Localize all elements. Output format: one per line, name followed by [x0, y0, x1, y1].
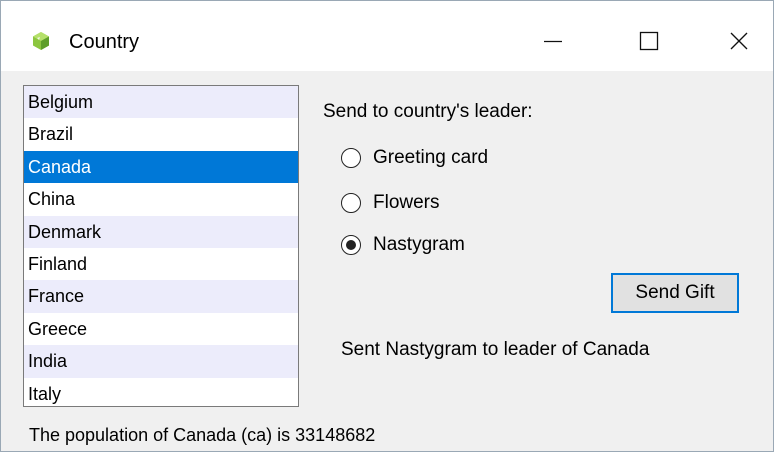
list-item-selected[interactable]: Canada — [24, 150, 298, 184]
list-item[interactable]: Greece — [24, 313, 298, 345]
minimize-icon — [544, 40, 562, 43]
send-gift-button[interactable]: Send Gift — [611, 273, 739, 313]
title-bar[interactable]: Country — [1, 1, 773, 71]
radio-unchecked-icon[interactable] — [341, 193, 361, 213]
list-item[interactable]: France — [24, 280, 298, 313]
maximize-button[interactable] — [619, 13, 679, 69]
country-window: Country Belgium Brazil Canada China Denm… — [0, 0, 774, 452]
minimize-button[interactable] — [523, 13, 583, 69]
close-icon — [730, 32, 748, 50]
list-item[interactable]: Italy — [24, 378, 298, 406]
maximize-icon — [639, 31, 659, 51]
list-item[interactable]: Finland — [24, 248, 298, 280]
radio-unchecked-icon[interactable] — [341, 148, 361, 168]
radio-greeting-card[interactable]: Greeting card — [341, 147, 488, 169]
status-text: The population of Canada (ca) is 3314868… — [29, 425, 376, 445]
window-title: Country — [69, 31, 140, 53]
send-gift-label: Send Gift — [635, 282, 715, 303]
radio-flowers[interactable]: Flowers — [341, 192, 440, 214]
radio-label: Flowers — [373, 192, 440, 213]
result-message: Sent Nastygram to leader of Canada — [341, 339, 650, 360]
close-button[interactable] — [709, 13, 769, 69]
radio-nastygram[interactable]: Nastygram — [341, 234, 465, 256]
gift-prompt-label: Send to country's leader: — [323, 101, 533, 122]
list-item[interactable]: India — [24, 345, 298, 378]
radio-label: Nastygram — [373, 234, 465, 255]
gem-icon — [31, 31, 51, 51]
list-item[interactable]: China — [24, 183, 298, 215]
radio-label: Greeting card — [373, 147, 489, 168]
list-item[interactable]: Brazil — [24, 118, 298, 150]
list-item[interactable]: Denmark — [24, 215, 298, 248]
radio-checked-icon[interactable] — [341, 235, 361, 255]
country-listbox[interactable]: Belgium Brazil Canada China Denmark Finl… — [23, 85, 299, 407]
list-item[interactable]: Belgium — [24, 86, 298, 119]
